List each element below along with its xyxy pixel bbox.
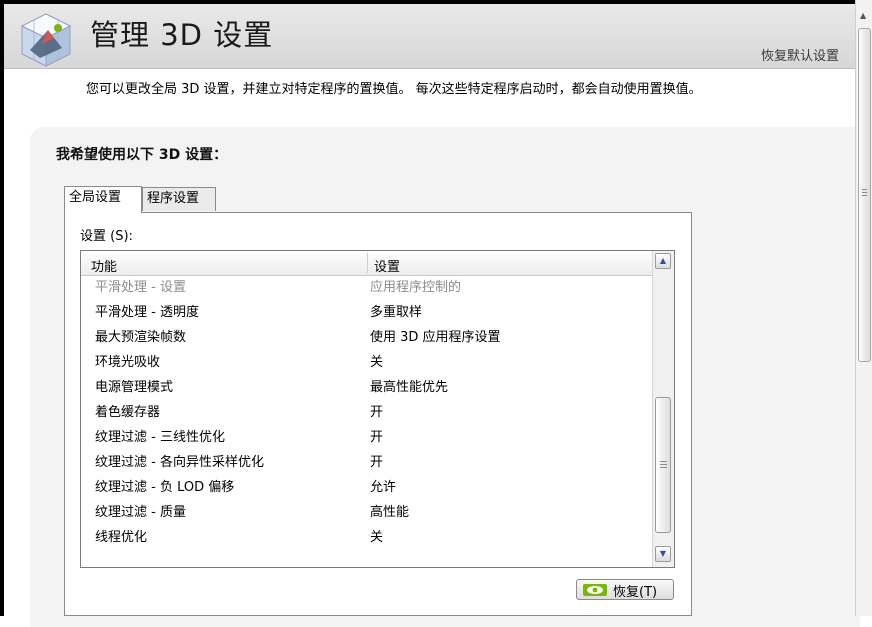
intro-text: 您可以更改全局 3D 设置，并建立对特定程序的置换值。 每次这些特定程序启动时，… — [86, 82, 702, 97]
row-feature: 平滑处理 - 设置 — [95, 280, 186, 295]
row-value: 应用程序控制的 — [370, 280, 462, 295]
page-scroll-thumb[interactable] — [858, 28, 871, 362]
list-row[interactable]: 纹理过滤 - 各向异性采样优化 开 — [81, 450, 653, 475]
row-value: 多重取样 — [370, 305, 423, 320]
list-row[interactable]: 环境光吸收 关 — [81, 350, 653, 375]
nvidia-eye-icon — [583, 584, 607, 596]
list-row[interactable]: 纹理过滤 - 负 LOD 偏移 允许 — [81, 475, 653, 500]
row-value: 关 — [370, 530, 384, 545]
row-feature: 电源管理模式 — [95, 380, 174, 395]
section-title: 我希望使用以下 3D 设置： — [56, 147, 228, 163]
column-header-setting[interactable]: 设置 — [374, 256, 400, 275]
list-row[interactable]: 最大预渲染帧数 使用 3D 应用程序设置 — [81, 325, 653, 350]
row-value: 高性能 — [370, 505, 410, 520]
row-value: 开 — [370, 455, 384, 470]
column-header-feature[interactable]: 功能 — [91, 256, 117, 275]
row-feature: 平滑处理 - 透明度 — [95, 305, 199, 320]
page-thumb-grip — [862, 192, 867, 193]
restore-defaults-link[interactable]: 恢复默认设置 — [761, 45, 839, 64]
column-divider[interactable] — [367, 253, 368, 273]
row-value: 使用 3D 应用程序设置 — [370, 330, 501, 345]
row-feature: 最大预渲染帧数 — [95, 330, 187, 345]
tab-program-settings[interactable]: 程序设置 — [142, 187, 216, 211]
scroll-up-button[interactable]: ▲ — [655, 253, 671, 269]
row-feature: 纹理过滤 - 质量 — [95, 505, 186, 520]
list-row[interactable]: 线程优化 关 — [81, 525, 653, 550]
row-value: 最高性能优先 — [370, 380, 449, 395]
page-thumb-grip — [862, 189, 867, 190]
tab-global-settings[interactable]: 全局设置 — [64, 186, 142, 213]
list-row[interactable]: 纹理过滤 - 三线性优化 开 — [81, 425, 653, 450]
page-scrollbar[interactable]: ▲ — [855, 0, 872, 616]
row-feature: 着色缓存器 — [95, 405, 161, 420]
row-feature: 纹理过滤 - 三线性优化 — [95, 430, 225, 445]
row-feature: 纹理过滤 - 负 LOD 偏移 — [95, 480, 235, 495]
thumb-grip — [660, 464, 667, 465]
row-feature: 线程优化 — [95, 530, 148, 545]
restore-button[interactable]: 恢复(T) — [576, 579, 674, 600]
thumb-grip — [660, 467, 667, 468]
row-feature: 纹理过滤 - 各向异性采样优化 — [95, 455, 264, 470]
list-header: 功能 设置 — [81, 251, 653, 276]
3d-cube-icon — [20, 13, 72, 67]
scroll-thumb[interactable] — [655, 397, 671, 533]
restore-button-label: 恢复(T) — [613, 585, 658, 600]
row-value: 关 — [370, 355, 384, 370]
row-value: 允许 — [370, 480, 397, 495]
list-row[interactable]: 着色缓存器 开 — [81, 400, 653, 425]
list-row[interactable]: 平滑处理 - 设置 应用程序控制的 — [81, 275, 653, 300]
page-title: 管理 3D 设置 — [90, 18, 274, 52]
row-value: 开 — [370, 430, 384, 445]
settings-label: 设置 (S): — [80, 229, 133, 244]
window-left-border — [0, 0, 4, 616]
list-row[interactable]: 纹理过滤 - 质量 高性能 — [81, 500, 653, 525]
thumb-grip — [660, 461, 667, 462]
settings-list[interactable]: 功能 设置 平滑处理 - 设置 应用程序控制的 平滑处理 - 透明度 多重取样 最大… — [80, 250, 675, 568]
page-thumb-grip — [862, 195, 867, 196]
page-scroll-up-icon[interactable]: ▲ — [860, 11, 866, 20]
list-row[interactable]: 电源管理模式 最高性能优先 — [81, 375, 653, 400]
page-header: 管理 3D 设置 恢复默认设置 — [4, 4, 855, 69]
list-scrollbar[interactable]: ▲ ▼ — [652, 251, 674, 567]
row-value: 开 — [370, 405, 384, 420]
list-rows: 平滑处理 - 设置 应用程序控制的 平滑处理 - 透明度 多重取样 最大预渲染帧数 使… — [81, 275, 653, 567]
row-feature: 环境光吸收 — [95, 355, 161, 370]
scroll-down-button[interactable]: ▼ — [655, 546, 671, 562]
list-row[interactable]: 平滑处理 - 透明度 多重取样 — [81, 300, 653, 325]
